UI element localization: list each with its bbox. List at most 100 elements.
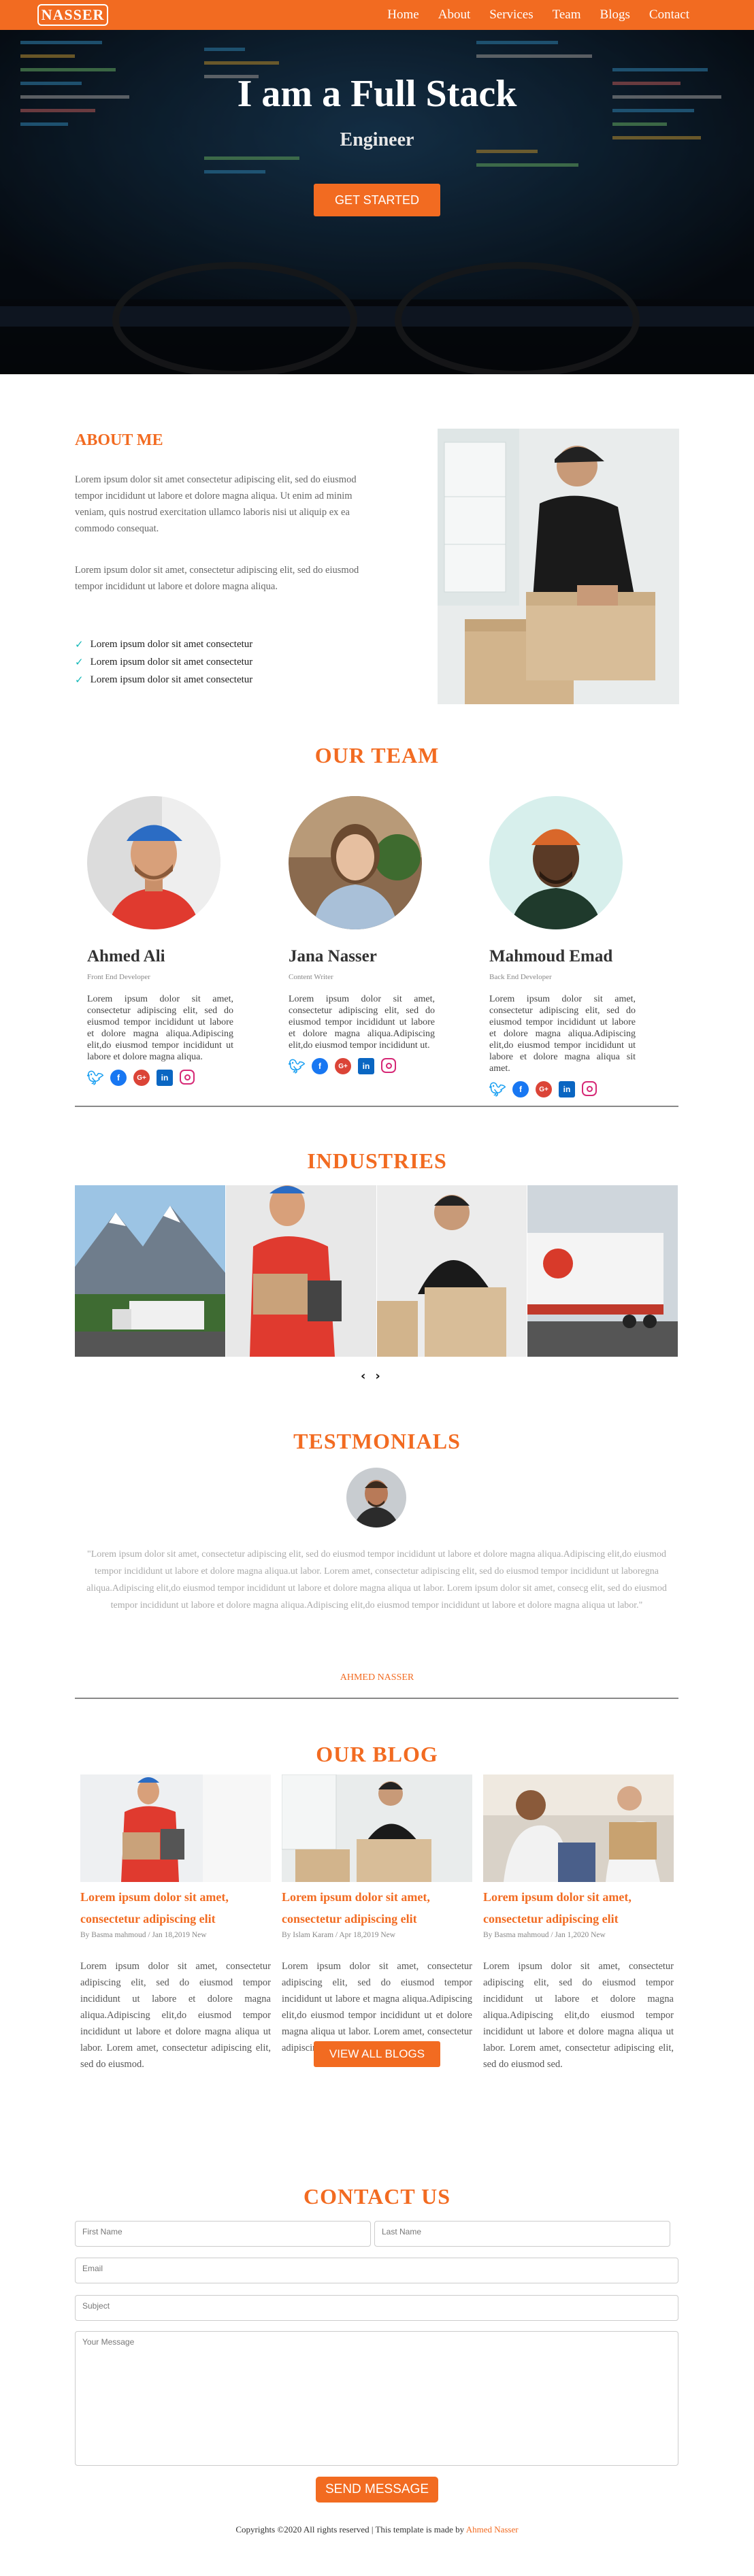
prev-arrow-icon[interactable]: ‹ (361, 1369, 365, 1383)
nav-link-team[interactable]: Team (553, 7, 581, 22)
team-section: OUR TEAM Ahmed Ali Front End Developer L… (0, 735, 754, 1109)
facebook-icon[interactable]: f (110, 1070, 127, 1086)
testimonials-section: TESTMONIALS "Lorem ipsum dolor sit amet,… (0, 1395, 754, 1699)
subject-field[interactable]: Subject (75, 2295, 678, 2321)
blog-post-excerpt: Lorem ipsum dolor sit amet, consectetur … (483, 1961, 674, 2070)
message-textarea[interactable]: Your Message (75, 2331, 678, 2466)
social-links: 🐦︎ f G+ in (86, 1070, 233, 1086)
carousel-nav: ‹ › (361, 1369, 380, 1383)
member-name: Ahmed Ali (87, 947, 165, 965)
check-label: Lorem ipsum dolor sit amet consectetur (90, 657, 253, 667)
first-name-field[interactable]: First Name (75, 2221, 371, 2247)
twitter-icon[interactable]: 🐦︎ (489, 1081, 506, 1097)
footer: Copyrights ©2020 All rights reserved | T… (0, 2524, 754, 2535)
carousel-image (527, 1185, 678, 1357)
view-all-blogs-button[interactable]: VIEW ALL BLOGS (314, 2041, 440, 2067)
nav-link-services[interactable]: Services (489, 7, 533, 22)
nav-link-home[interactable]: Home (387, 7, 419, 22)
team-member-card: Jana Nasser Content Writer Lorem ipsum d… (288, 796, 435, 1074)
nav-link-about[interactable]: About (438, 7, 471, 22)
google-plus-icon[interactable]: G+ (536, 1081, 552, 1097)
blog-post-card[interactable]: Lorem ipsum dolor sit amet, consectetur … (483, 1774, 674, 2073)
member-role: Content Writer (289, 973, 333, 981)
send-message-button[interactable]: SEND MESSAGE (316, 2477, 438, 2503)
nav-link-contact[interactable]: Contact (649, 7, 689, 22)
member-name: Jana Nasser (289, 947, 377, 965)
list-item: ✓ Lorem ipsum dolor sit amet consectetur (75, 671, 252, 689)
check-label: Lorem ipsum dolor sit amet consectetur (90, 674, 253, 685)
linkedin-icon[interactable]: in (559, 1081, 575, 1097)
list-item: ✓ Lorem ipsum dolor sit amet consectetur (75, 653, 252, 671)
blog-post-image[interactable] (282, 1774, 472, 1882)
email-field[interactable]: Email (75, 2258, 678, 2283)
avatar (289, 796, 422, 929)
instagram-icon[interactable] (381, 1058, 396, 1073)
blog-post-meta: By Islam Karam / Apr 18,2019 New (282, 1931, 396, 1939)
member-role: Front End Developer (87, 973, 150, 981)
google-plus-icon[interactable]: G+ (133, 1070, 150, 1086)
about-section: ABOUT ME Lorem ipsum dolor sit amet cons… (0, 374, 754, 735)
team-member-card: Mahmoud Emad Back End Developer Lorem ip… (489, 796, 636, 1097)
facebook-icon[interactable]: f (312, 1058, 328, 1074)
hero-title: I am a Full Stack (237, 73, 517, 115)
blog-post-title[interactable]: Lorem ipsum dolor sit amet, consectetur … (282, 1886, 472, 1930)
testimonials-title: TESTMONIALS (293, 1429, 461, 1453)
member-role: Back End Developer (489, 973, 552, 981)
team-member-card: Ahmed Ali Front End Developer Lorem ipsu… (86, 796, 233, 1086)
blog-post-image[interactable] (80, 1774, 271, 1882)
check-icon: ✓ (75, 674, 84, 686)
twitter-icon[interactable]: 🐦︎ (86, 1070, 103, 1086)
facebook-icon[interactable]: f (512, 1081, 529, 1097)
carousel-image (225, 1185, 377, 1357)
divider (75, 1106, 678, 1107)
site-logo[interactable]: NASSER (37, 4, 108, 26)
instagram-icon[interactable] (180, 1070, 195, 1085)
testimonial-quote: "Lorem ipsum dolor sit amet, consectetur… (86, 1549, 667, 1611)
linkedin-icon[interactable]: in (358, 1058, 374, 1074)
blog-post-title[interactable]: Lorem ipsum dolor sit amet, consectetur … (483, 1886, 674, 1930)
check-icon: ✓ (75, 638, 84, 650)
get-started-button[interactable]: GET STARTED (314, 184, 440, 216)
carousel-image (75, 1185, 226, 1357)
member-bio: Lorem ipsum dolor sit amet, consectetur … (87, 994, 233, 1062)
industries-carousel (75, 1185, 678, 1357)
avatar (489, 796, 623, 929)
next-arrow-icon[interactable]: › (375, 1369, 380, 1383)
twitter-icon[interactable]: 🐦︎ (288, 1058, 305, 1074)
hero-subtitle: Engineer (340, 129, 414, 150)
industries-section: INDUSTRIES ‹ › (0, 1109, 754, 1395)
linkedin-icon[interactable]: in (157, 1070, 173, 1086)
contact-title: CONTACT US (304, 2184, 450, 2209)
about-title: ABOUT ME (75, 431, 163, 449)
nav-links: Home About Services Team Blogs Contact (368, 0, 689, 30)
blog-post-meta: By Basma mahmoud / Jan 1,2020 New (483, 1931, 606, 1939)
top-nav: NASSER Home About Services Team Blogs Co… (0, 0, 754, 30)
member-bio: Lorem ipsum dolor sit amet, consectetur … (289, 994, 435, 1051)
about-paragraph-2: Lorem ipsum dolor sit amet, consectetur … (75, 565, 359, 592)
footer-author-link[interactable]: Ahmed Nasser (466, 2524, 519, 2534)
social-links: 🐦︎ f G+ in (288, 1058, 435, 1074)
member-bio: Lorem ipsum dolor sit amet, consectetur … (489, 994, 636, 1074)
google-plus-icon[interactable]: G+ (335, 1058, 351, 1074)
blog-post-meta: By Basma mahmoud / Jan 18,2019 New (80, 1931, 207, 1939)
nav-link-blogs[interactable]: Blogs (600, 7, 630, 22)
about-checklist: ✓ Lorem ipsum dolor sit amet consectetur … (75, 635, 252, 689)
about-paragraph-1: Lorem ipsum dolor sit amet consectetur a… (75, 474, 357, 534)
blog-title: OUR BLOG (316, 1742, 438, 1766)
list-item: ✓ Lorem ipsum dolor sit amet consectetur (75, 635, 252, 653)
instagram-icon[interactable] (582, 1081, 597, 1096)
check-icon: ✓ (75, 656, 84, 668)
team-title: OUR TEAM (314, 743, 440, 767)
blog-post-card[interactable]: Lorem ipsum dolor sit amet, consectetur … (282, 1774, 472, 2056)
avatar (346, 1468, 406, 1528)
industries-title: INDUSTRIES (307, 1149, 447, 1173)
blog-post-title[interactable]: Lorem ipsum dolor sit amet, consectetur … (80, 1886, 271, 1930)
blog-post-card[interactable]: Lorem ipsum dolor sit amet, consectetur … (80, 1774, 271, 2073)
blog-post-image[interactable] (483, 1774, 674, 1882)
footer-copyright: Copyrights ©2020 All rights reserved | T… (235, 2524, 466, 2534)
member-name: Mahmoud Emad (489, 947, 613, 965)
carousel-image (376, 1185, 528, 1357)
avatar (87, 796, 220, 929)
blog-section: OUR BLOG Lorem ipsum dolor sit amet, con… (0, 1687, 754, 2191)
last-name-field[interactable]: Last Name (374, 2221, 670, 2247)
